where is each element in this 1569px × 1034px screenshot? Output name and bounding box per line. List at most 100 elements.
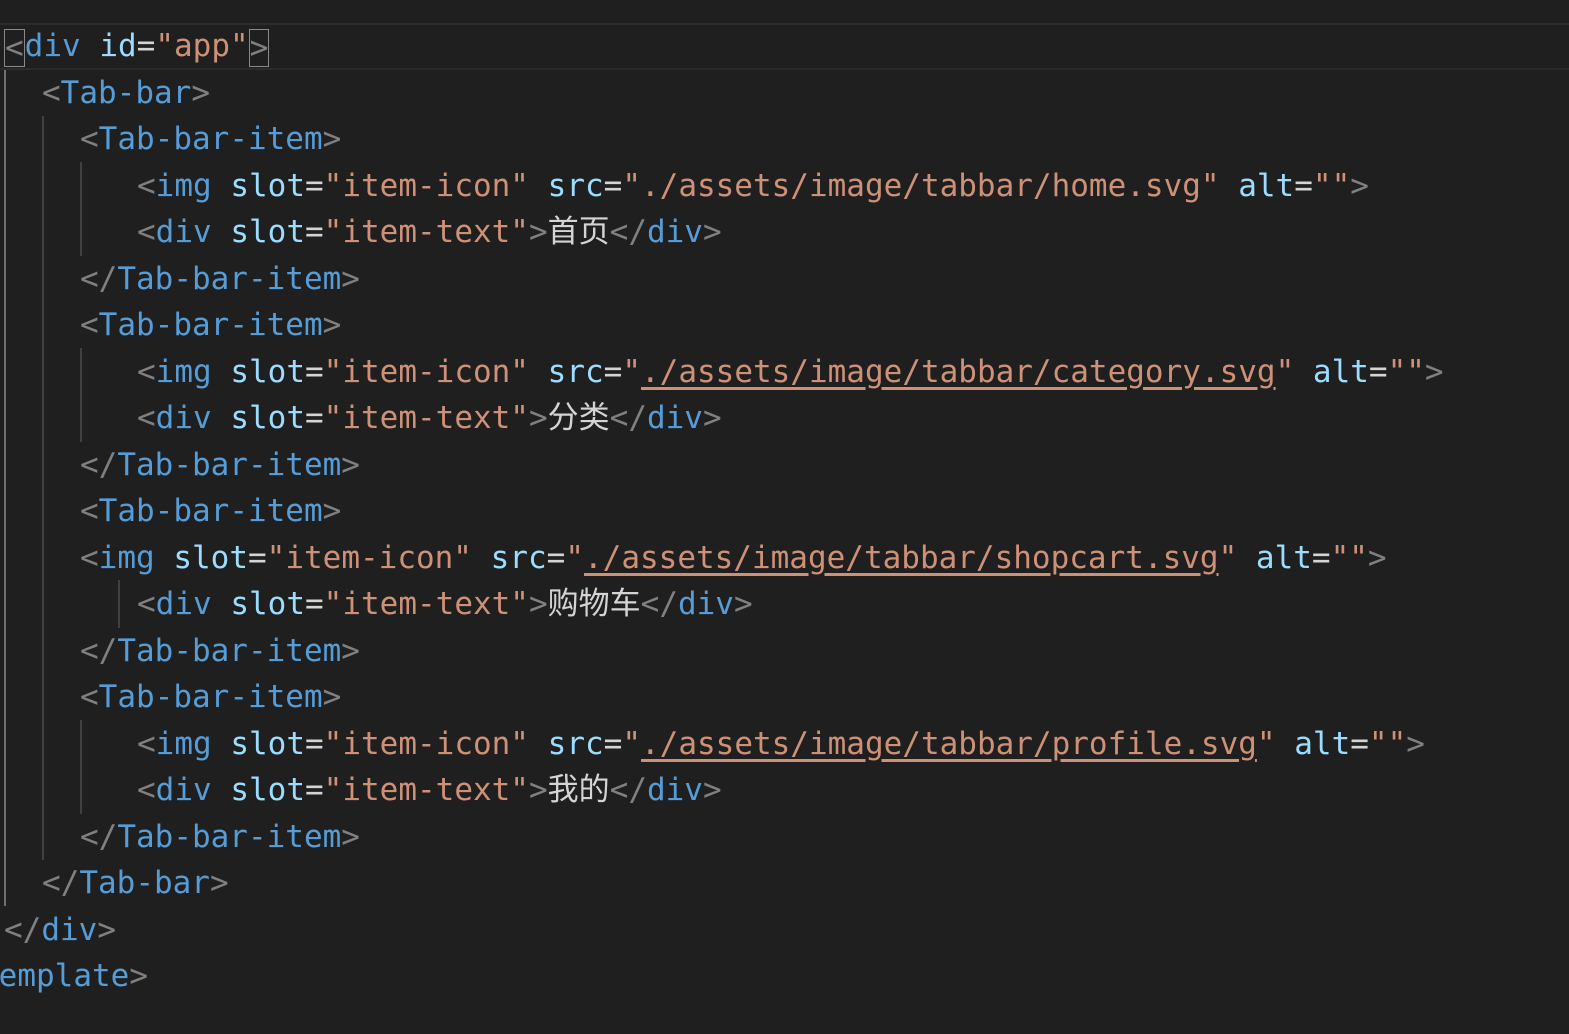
code-line-content: </Tab-bar-item> [80,256,360,303]
bracket-token: </ [42,865,80,901]
code-line[interactable]: <div id="app"> [0,23,1569,70]
code-line[interactable]: </Tab-bar-item> [0,256,1569,303]
bracket-token: > [702,214,722,250]
bracket-token: > [702,772,722,808]
equals-token: = [305,586,324,622]
code-line[interactable]: <img slot="item-icon" src="./assets/imag… [0,721,1569,768]
tag-name-token: Tab-bar-item [117,632,342,669]
code-line[interactable]: template> [0,953,1569,1000]
string-token: "./assets/image/tabbar/home.svg" [622,167,1220,204]
tag-name-token: Tab-bar [79,865,210,901]
matched-bracket: > [248,28,270,67]
code-line-content: </Tab-bar-item> [80,814,360,861]
bracket-token: > [528,400,548,436]
attribute-token: alt [1294,725,1351,762]
code-line-content: <Tab-bar-item> [80,302,341,349]
string-token: "item-text" [323,586,529,622]
code-line-content: <div slot="item-text">购物车</div> [137,581,753,628]
attribute-token: id [99,28,137,64]
code-line[interactable]: <img slot="item-icon" src="./assets/imag… [0,535,1569,582]
tag-name-token: div [677,586,734,622]
code-line-content: <Tab-bar-item> [80,488,341,535]
code-line-content: </Tab-bar> [42,860,229,907]
code-line[interactable]: <img slot="item-icon" src="./assets/imag… [0,349,1569,396]
path-link[interactable]: ./assets/image/tabbar/shopcart.svg [584,540,1219,576]
equals-token: = [603,353,623,390]
bracket-token: </ [609,400,647,436]
bracket-token: < [42,74,61,111]
code-line[interactable]: <Tab-bar-item> [0,116,1569,163]
attribute-token: slot [230,772,305,808]
code-line-content: <Tab-bar-item> [80,674,341,721]
tag-name-token: template [0,958,130,994]
equals-token: = [1368,353,1388,390]
bracket-token: < [137,586,156,622]
path-link[interactable]: ./assets/image/tabbar/profile.svg [641,726,1257,762]
code-line[interactable]: <Tab-bar-item> [0,302,1569,349]
attribute-token: alt [1312,353,1369,390]
attribute-token: slot [230,725,305,762]
bracket-token: > [97,911,116,948]
attribute-token: slot [230,214,305,250]
code-line-content: template> [0,953,148,1000]
code-line[interactable]: </Tab-bar-item> [0,814,1569,861]
code-line[interactable]: <div slot="item-text">我的</div> [0,767,1569,814]
code-line-content: <div slot="item-text">首页</div> [137,209,722,256]
code-line-content: <Tab-bar-item> [80,116,341,163]
code-line[interactable]: <img slot="item-icon" src="./assets/imag… [0,163,1569,210]
code-line[interactable]: <Tab-bar-item> [0,488,1569,535]
string-token: "" [1312,167,1351,204]
string-token: "" [1330,539,1368,576]
bracket-token: > [322,493,342,529]
bracket-token: </ [609,214,647,250]
equals-token: = [305,400,324,436]
code-line[interactable]: <Tab-bar-item> [0,674,1569,721]
matched-bracket: < [4,28,25,67]
string-token: "item-icon" [266,539,472,576]
equals-token: = [603,725,623,762]
code-line[interactable]: <Tab-bar> [0,70,1569,117]
attribute-token: slot [230,167,305,204]
attribute-token: src [547,353,604,390]
tag-name-token: img [155,167,212,204]
code-line[interactable]: </Tab-bar-item> [0,442,1569,489]
bracket-token: </ [4,911,42,948]
bracket-token: > [528,214,548,250]
tag-name-token: img [155,353,212,390]
equals-token: = [1311,539,1331,576]
code-line[interactable]: </div> [0,907,1569,954]
equals-token: = [305,772,324,808]
code-line[interactable]: <div slot="item-text">分类</div> [0,395,1569,442]
bracket-token: > [341,260,360,297]
code-editor[interactable]: <div id="app"> <Tab-bar> <Tab-bar-item> <im… [0,0,1569,1034]
code-line-content: <img slot="item-icon" src="./assets/imag… [80,535,1387,582]
bracket-token: < [137,725,156,762]
tag-name-token: div [646,214,703,250]
bracket-token: < [80,539,99,576]
bracket-token: > [1406,725,1425,762]
string-token: "app" [155,28,249,64]
attribute-token: alt [1255,539,1312,576]
tag-name-token: Tab-bar-item [117,818,342,855]
text-token: 我的 [547,772,610,808]
string-token: " [622,725,641,762]
bracket-token: > [322,307,342,343]
code-line[interactable]: <div slot="item-text">首页</div> [0,209,1569,256]
text-token: 分类 [547,400,610,436]
tag-name-token: div [155,586,212,622]
string-token: " [1218,539,1238,576]
code-line[interactable]: </Tab-bar> [0,860,1569,907]
equals-token: = [1350,725,1369,762]
tag-name-token: Tab-bar [60,74,192,111]
bracket-token: > [1350,167,1369,204]
attribute-token: src [547,167,604,204]
code-line[interactable]: </Tab-bar-item> [0,628,1569,675]
bracket-token: > [341,632,360,669]
code-line[interactable]: <div slot="item-text">购物车</div> [0,581,1569,628]
path-link[interactable]: ./assets/image/tabbar/category.svg [641,354,1276,390]
tag-name-token: div [24,28,81,64]
bracket-token: < [80,307,99,343]
